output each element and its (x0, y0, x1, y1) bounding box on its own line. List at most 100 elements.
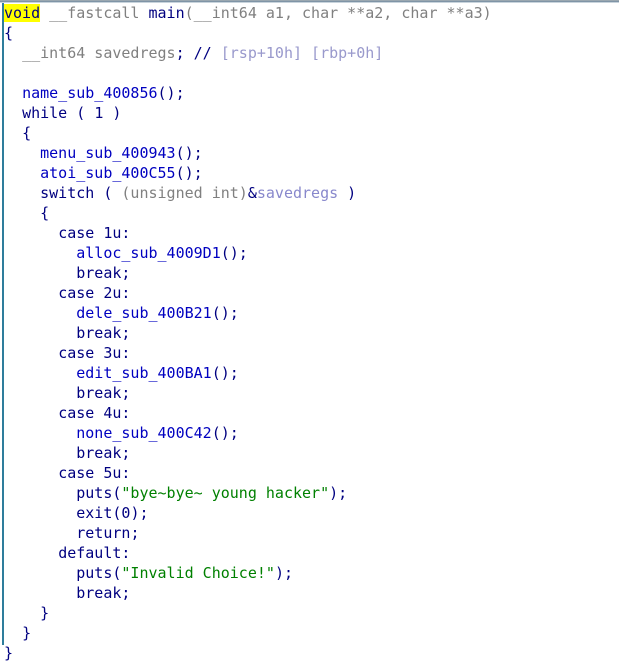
code-token-punct: : (121, 464, 131, 482)
code-token-type: __fastcall (49, 4, 140, 22)
code-token-libfunc[interactable]: exit (76, 504, 112, 522)
code-line[interactable]: while ( 1 ) (4, 103, 492, 123)
code-token-string: "bye~bye~ young hacker" (121, 484, 330, 502)
code-token-punct: (); (211, 364, 239, 382)
code-token-func[interactable]: alloc_sub_4009D1 (76, 244, 221, 262)
code-token-keyword: return (76, 524, 131, 542)
code-token-var[interactable]: savedregs (257, 184, 338, 202)
pseudocode-text-area[interactable]: void __fastcall main(__int64 a1, char **… (4, 3, 619, 667)
code-token-commentmark: // (193, 44, 212, 62)
code-token-punct: : (121, 544, 131, 562)
code-line[interactable]: break; (4, 383, 492, 403)
code-token-keyword: break (76, 384, 122, 402)
code-line[interactable] (4, 63, 492, 83)
code-line[interactable]: { (4, 23, 492, 43)
code-token-func[interactable]: menu_sub_400943 (40, 144, 175, 162)
code-token-keyword: 1u (103, 224, 122, 242)
code-line[interactable]: edit_sub_400BA1(); (4, 363, 492, 383)
code-line[interactable]: break; (4, 263, 492, 283)
code-token-punct: (); (175, 164, 203, 182)
code-line[interactable]: dele_sub_400B21(); (4, 303, 492, 323)
code-line[interactable]: break; (4, 583, 492, 603)
code-token-punct: ; (130, 524, 140, 542)
code-token-punct: ; (175, 44, 185, 62)
code-token-punct: ; (121, 384, 131, 402)
code-line[interactable]: break; (4, 323, 492, 343)
code-token-keyword: case (58, 224, 95, 242)
code-token-func[interactable]: name_sub_400856 (22, 84, 157, 102)
code-line[interactable]: name_sub_400856(); (4, 83, 492, 103)
code-token-keyword: main (148, 4, 185, 22)
code-token-punct: : (121, 344, 131, 362)
code-line[interactable]: return; (4, 523, 492, 543)
code-line[interactable]: case 4u: (4, 403, 492, 423)
code-token-punct: : (121, 404, 131, 422)
code-line[interactable]: none_sub_400C42(); (4, 423, 492, 443)
code-token-type: (unsigned int) (121, 184, 248, 202)
code-line[interactable]: } (4, 643, 492, 663)
code-line[interactable]: } (4, 623, 492, 643)
code-token-keyword: 1 (94, 104, 104, 122)
code-token-func[interactable]: none_sub_400C42 (76, 424, 211, 442)
code-line[interactable]: alloc_sub_4009D1(); (4, 243, 492, 263)
code-token-punct: ; (121, 264, 131, 282)
code-line[interactable]: { (4, 203, 492, 223)
code-token-func[interactable]: atoi_sub_400C55 (40, 164, 175, 182)
code-token-keyword: 2u (103, 284, 122, 302)
code-line[interactable]: case 5u: (4, 463, 492, 483)
code-line[interactable]: __int64 savedregs; // [rsp+10h] [rbp+0h] (4, 43, 492, 63)
code-line[interactable]: puts("bye~bye~ young hacker"); (4, 483, 492, 503)
code-token-libfunc[interactable]: puts (76, 564, 112, 582)
code-token-punct: (); (220, 244, 248, 262)
code-line[interactable]: default: (4, 543, 492, 563)
code-token-punct: & (247, 184, 257, 202)
code-token-func[interactable]: edit_sub_400BA1 (76, 364, 211, 382)
code-token-func[interactable]: dele_sub_400B21 (76, 304, 211, 322)
code-token-keyword: case (58, 344, 95, 362)
code-line[interactable]: menu_sub_400943(); (4, 143, 492, 163)
code-line[interactable]: void __fastcall main(__int64 a1, char **… (4, 3, 492, 23)
code-line[interactable]: } (4, 603, 492, 623)
code-line[interactable]: switch ( (unsigned int)&savedregs ) (4, 183, 492, 203)
pseudocode-window: void __fastcall main(__int64 a1, char **… (0, 0, 619, 667)
code-line[interactable]: { (4, 123, 492, 143)
code-token-punct: : (121, 224, 131, 242)
code-token-punct: ; (121, 444, 131, 462)
code-line[interactable]: case 1u: (4, 223, 492, 243)
code-line[interactable]: break; (4, 443, 492, 463)
code-token-punct: { (22, 124, 32, 142)
code-token-punct: { (4, 24, 14, 42)
code-token-keyword: 5u (103, 464, 122, 482)
code-token-keyword: while (22, 104, 68, 122)
code-token-punct: ) (338, 184, 357, 202)
code-line[interactable]: puts("Invalid Choice!"); (4, 563, 492, 583)
code-token-punct: ) (103, 104, 122, 122)
code-line[interactable]: exit(0); (4, 503, 492, 523)
code-line[interactable]: case 2u: (4, 283, 492, 303)
code-line[interactable]: atoi_sub_400C55(); (4, 163, 492, 183)
code-token-punct: ); (329, 484, 348, 502)
code-token-punct: ); (274, 564, 293, 582)
code-token-libfunc[interactable]: puts (76, 484, 112, 502)
code-token-punct: ; (121, 584, 131, 602)
code-line[interactable]: case 3u: (4, 343, 492, 363)
code-listing[interactable]: void __fastcall main(__int64 a1, char **… (4, 3, 492, 663)
